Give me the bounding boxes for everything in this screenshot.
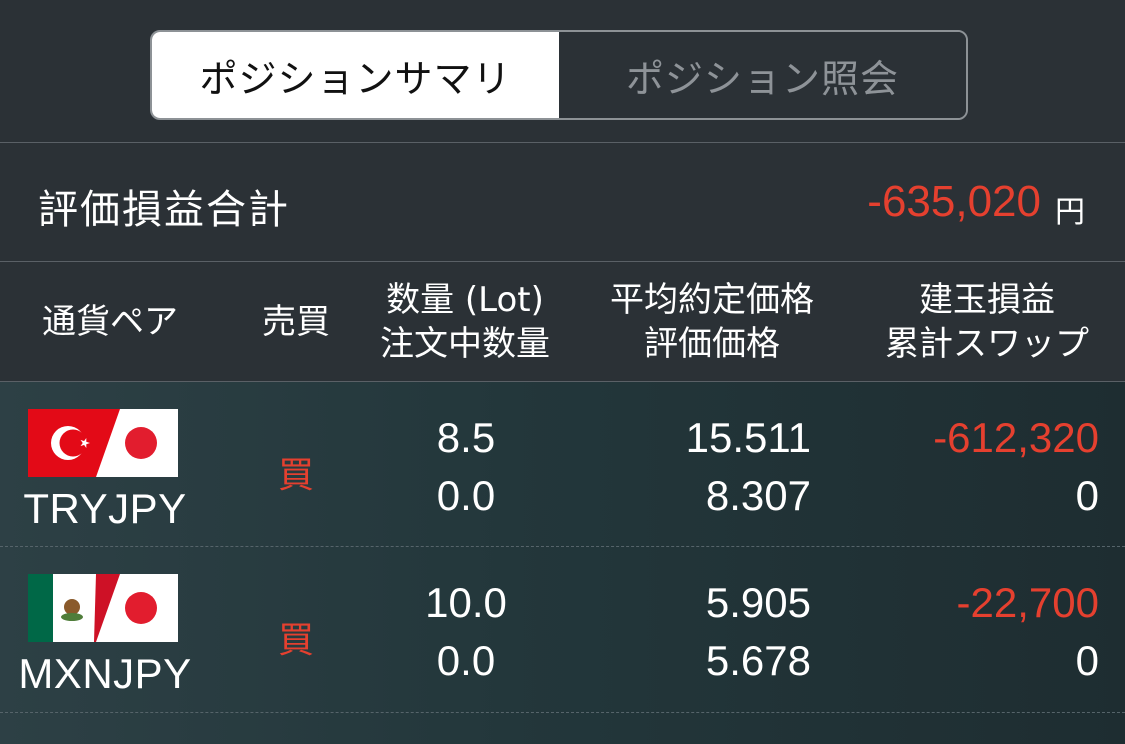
tab-position-inquiry[interactable]: ポジション照会	[559, 32, 966, 118]
position-row-mxnjpy[interactable]: MXNJPY 買 10.0 0.0 5.905 5.678 -22,700 0	[0, 547, 1125, 711]
pending-quantity-value: 0.0	[436, 637, 496, 684]
header-pair: 通貨ペア	[42, 302, 178, 342]
position-summary-screen: ポジションサマリ ポジション照会 評価損益合計 -635,020 円 通貨ペア …	[0, 0, 1125, 744]
segmented-control-area: ポジションサマリ ポジション照会	[0, 0, 1125, 142]
swap-value: 0	[1075, 637, 1099, 684]
avg-price-value: 15.511	[685, 414, 811, 461]
segmented-control: ポジションサマリ ポジション照会	[150, 30, 968, 120]
mexico-japan-flag-icon	[28, 574, 178, 642]
header-price: 平均約定価格 評価価格	[610, 280, 814, 364]
total-pl-unit: 円	[1055, 195, 1085, 230]
quantity-value: 8.5	[436, 414, 496, 461]
tab-position-summary[interactable]: ポジションサマリ	[152, 32, 559, 118]
pending-quantity-value: 0.0	[436, 472, 496, 519]
position-pl-value: -22,700	[956, 579, 1099, 626]
position-pl-value: -612,320	[933, 414, 1099, 461]
side-label: 買	[277, 620, 314, 661]
header-side: 売買	[262, 302, 330, 342]
header-pl: 建玉損益 累計スワップ	[885, 280, 1089, 364]
swap-value: 0	[1075, 472, 1099, 519]
turkey-japan-flag-icon	[28, 409, 178, 477]
total-pl-label: 評価損益合計	[38, 187, 290, 233]
avg-price-value: 5.905	[705, 579, 811, 626]
row-separator	[0, 712, 1125, 713]
table-header: 通貨ペア 売買 数量 (Lot) 注文中数量 平均約定価格 評価価格 建玉損益 …	[0, 262, 1125, 381]
quantity-value: 10.0	[425, 579, 507, 626]
header-quantity: 数量 (Lot) 注文中数量	[380, 280, 550, 364]
symbol-label: TRYJPY	[23, 485, 187, 532]
symbol-label: MXNJPY	[18, 650, 192, 697]
positions-list: TRYJPY 買 8.5 0.0 15.511 8.307 -612,320 0	[0, 382, 1125, 744]
total-pl-section: 評価損益合計 -635,020 円	[0, 143, 1125, 261]
side-label: 買	[277, 455, 314, 496]
eval-price-value: 8.307	[705, 472, 811, 519]
position-row-tryjpy[interactable]: TRYJPY 買 8.5 0.0 15.511 8.307 -612,320 0	[0, 382, 1125, 546]
total-pl-value: -635,020	[867, 177, 1041, 226]
eval-price-value: 5.678	[705, 637, 811, 684]
